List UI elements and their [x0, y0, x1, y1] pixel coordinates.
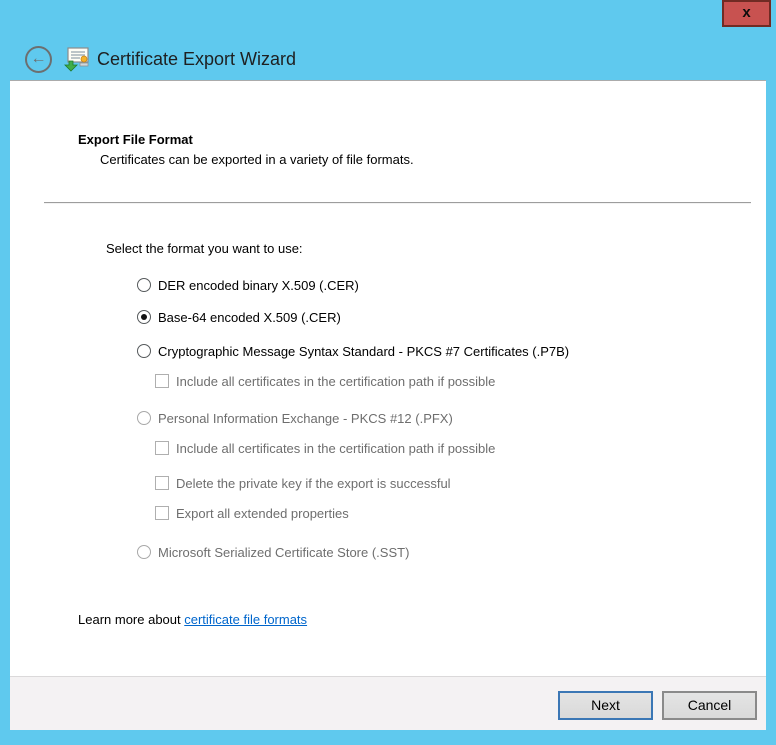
close-button[interactable]: x	[722, 0, 771, 27]
checkbox-include-all-certs-pfx: Include all certificates in the certific…	[155, 440, 495, 456]
checkbox-export-extended-properties: Export all extended properties	[155, 505, 349, 521]
radio-icon	[137, 344, 151, 358]
back-button[interactable]: ←	[25, 46, 52, 73]
radio-icon	[137, 545, 151, 559]
option-label: DER encoded binary X.509 (.CER)	[158, 277, 359, 293]
option-label: Base-64 encoded X.509 (.CER)	[158, 309, 341, 325]
window-title: Certificate Export Wizard	[97, 49, 297, 69]
radio-der-encoded[interactable]: DER encoded binary X.509 (.CER)	[137, 277, 359, 293]
page-heading: Export File Format	[78, 132, 193, 147]
option-label: Include all certificates in the certific…	[176, 373, 496, 389]
next-button[interactable]: Next	[558, 691, 653, 720]
option-label: Export all extended properties	[176, 505, 349, 521]
radio-icon	[137, 278, 151, 292]
checkbox-icon	[155, 374, 169, 388]
learn-more-prefix: Learn more about	[78, 612, 185, 627]
checkbox-icon	[155, 506, 169, 520]
option-label: Personal Information Exchange - PKCS #12…	[158, 410, 453, 426]
radio-sst: Microsoft Serialized Certificate Store (…	[137, 544, 409, 560]
title-bar: ← Certificate Export Wizard	[0, 0, 776, 80]
option-label: Include all certificates in the certific…	[176, 440, 496, 456]
format-prompt-label: Select the format you want to use:	[106, 241, 303, 256]
radio-base64-encoded[interactable]: Base-64 encoded X.509 (.CER)	[137, 309, 341, 325]
cancel-button[interactable]: Cancel	[662, 691, 757, 720]
page-subheading: Certificates can be exported in a variet…	[100, 152, 414, 167]
option-label: Microsoft Serialized Certificate Store (…	[158, 544, 410, 560]
radio-selected-icon	[137, 310, 151, 324]
learn-more-line: Learn more about certificate file format…	[78, 612, 307, 627]
radio-icon	[137, 411, 151, 425]
radio-pkcs7[interactable]: Cryptographic Message Syntax Standard - …	[137, 343, 569, 359]
checkbox-include-all-certs-pkcs7: Include all certificates in the certific…	[155, 373, 495, 389]
checkbox-icon	[155, 441, 169, 455]
window-bottom-border	[0, 730, 776, 745]
checkbox-icon	[155, 476, 169, 490]
checkbox-delete-private-key: Delete the private key if the export is …	[155, 475, 451, 491]
radio-pfx: Personal Information Exchange - PKCS #12…	[137, 410, 453, 426]
certificate-file-formats-link[interactable]: certificate file formats	[184, 612, 307, 627]
section-divider	[44, 202, 751, 204]
certificate-export-wizard-icon	[63, 45, 90, 73]
option-label: Delete the private key if the export is …	[176, 475, 451, 491]
option-label: Cryptographic Message Syntax Standard - …	[158, 343, 570, 359]
